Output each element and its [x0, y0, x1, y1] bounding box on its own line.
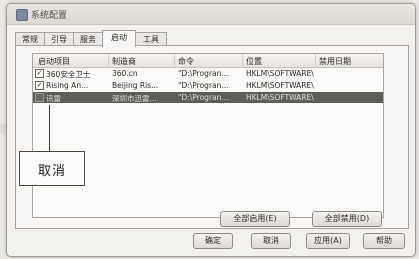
item-command: "D:\Progran...	[178, 93, 229, 102]
disable-all-button[interactable]: 全部禁用(D)	[312, 211, 382, 227]
item-maker: Beijing Ris...	[112, 81, 159, 90]
tab-startup[interactable]: 启动	[102, 30, 136, 47]
startup-list: 启动项目 制造商 命令 位置 禁用日期 ✓ 360安全卫士 360.cn "D:…	[32, 53, 384, 218]
list-item[interactable]: ✓ 360安全卫士 360.cn "D:\Progran... HKLM\SOF…	[33, 68, 383, 79]
column-separator[interactable]	[315, 54, 316, 67]
system-config-dialog: 系统配置 常规 引导 服务 启动 工具 启动项目 制造商 命令 位置 禁用日期 …	[6, 3, 416, 257]
enable-all-button[interactable]: 全部启用(E)	[220, 211, 290, 227]
startup-checkbox[interactable]: ✓	[35, 81, 44, 90]
tab-services[interactable]: 服务	[73, 32, 103, 46]
title-bar: 系统配置	[7, 4, 415, 25]
item-maker: 深圳市迅雷...	[112, 94, 157, 103]
tab-general[interactable]: 常规	[15, 32, 45, 46]
column-header-item[interactable]: 启动项目	[38, 56, 70, 67]
tab-tools[interactable]: 工具	[135, 32, 167, 46]
window-title: 系统配置	[31, 11, 68, 21]
item-command: "D:\Progran...	[178, 81, 229, 90]
callout-leader-line	[49, 105, 50, 151]
startup-checkbox[interactable]: ✓	[35, 69, 44, 78]
page: 系统配置 常规 引导 服务 启动 工具 启动项目 制造商 命令 位置 禁用日期 …	[0, 0, 419, 259]
app-icon	[16, 9, 28, 21]
startup-panel: 启动项目 制造商 命令 位置 禁用日期 ✓ 360安全卫士 360.cn "D:…	[15, 45, 409, 229]
apply-button[interactable]: 应用(A)	[306, 233, 350, 249]
startup-checkbox[interactable]	[35, 93, 44, 102]
help-button[interactable]: 帮助	[363, 233, 405, 249]
column-header-location[interactable]: 位置	[246, 56, 262, 67]
list-header: 启动项目 制造商 命令 位置 禁用日期	[33, 54, 383, 68]
list-item-selected[interactable]: 讯雷 深圳市迅雷... "D:\Progran... HKLM\SOFTWARE…	[33, 92, 383, 103]
item-location: HKLM\SOFTWARE\M...	[246, 93, 314, 102]
column-header-maker[interactable]: 制造商	[112, 56, 136, 67]
column-separator[interactable]	[242, 54, 243, 67]
column-header-disabled-date[interactable]: 禁用日期	[319, 56, 351, 67]
item-command: "D:\Progran...	[178, 69, 229, 78]
cancel-button[interactable]: 取消	[251, 233, 291, 249]
list-item[interactable]: ✓ Rising An... Beijing Ris... "D:\Progra…	[33, 80, 383, 91]
column-separator[interactable]	[174, 54, 175, 67]
item-maker: 360.cn	[112, 69, 138, 78]
item-name: Rising An...	[46, 81, 89, 90]
column-separator[interactable]	[108, 54, 109, 67]
ok-button[interactable]: 确定	[193, 233, 233, 249]
item-name: 讯雷	[46, 94, 61, 103]
column-header-command[interactable]: 命令	[178, 56, 194, 67]
item-location: HKLM\SOFTWARE\M...	[246, 69, 314, 78]
callout-label: 取消	[37, 164, 66, 179]
item-location: HKLM\SOFTWARE\M...	[246, 81, 314, 90]
item-name: 360安全卫士	[46, 70, 91, 79]
tab-boot[interactable]: 引导	[44, 32, 74, 46]
callout-box: 取消	[19, 151, 85, 186]
